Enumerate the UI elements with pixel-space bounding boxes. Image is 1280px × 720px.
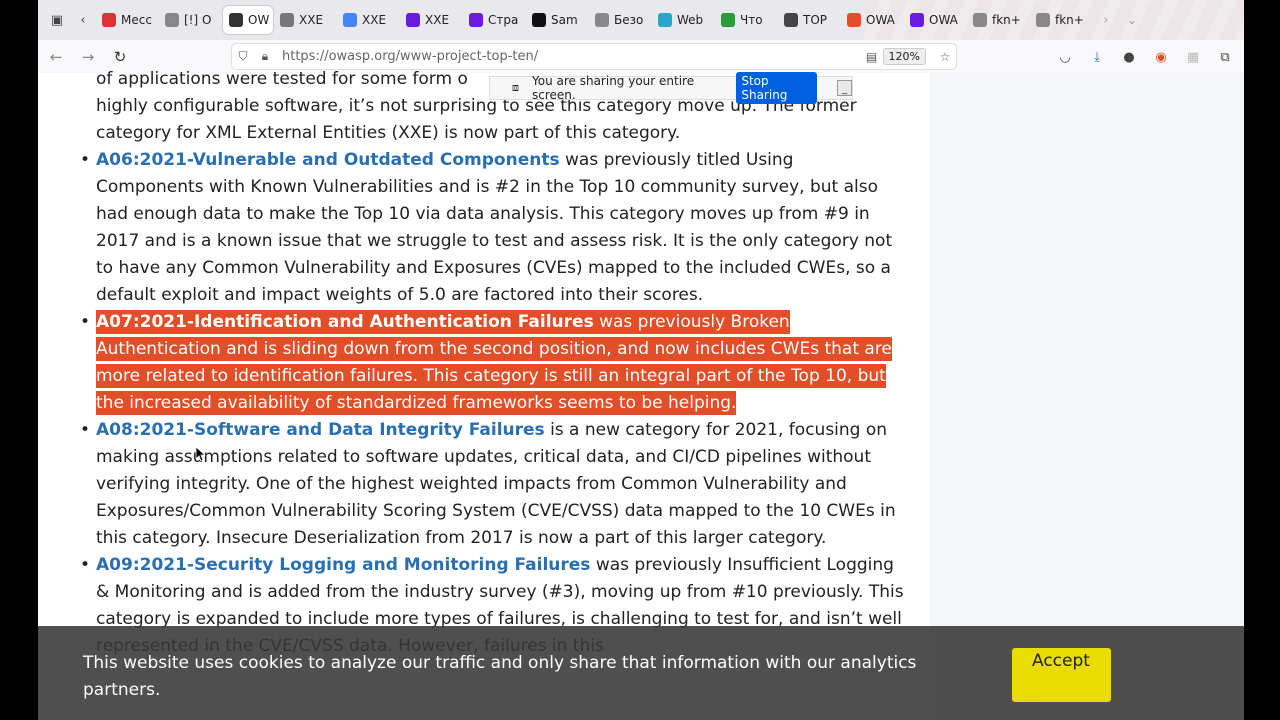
cookie-message: This website uses cookies to analyze our… xyxy=(83,653,917,700)
tab-label: OWA xyxy=(929,13,958,27)
tab-favicon-icon xyxy=(343,13,357,27)
tab-favicon-icon xyxy=(406,13,420,27)
tab-label: OWA xyxy=(866,13,895,27)
cookie-consent-banner: This website uses cookies to analyze our… xyxy=(38,626,1244,720)
tab-label: OW xyxy=(248,13,270,27)
tab-label: XXE xyxy=(362,13,387,27)
list-item: A06:2021-Vulnerable and Outdated Compone… xyxy=(80,147,906,309)
tab-label: XXE xyxy=(425,13,450,27)
minimize-banner-button[interactable]: _ xyxy=(837,80,852,96)
downloads-icon[interactable]: ⤓ xyxy=(1084,44,1110,70)
tab-label: Mecc xyxy=(121,13,152,27)
tab-favicon-icon xyxy=(595,13,609,27)
tab-favicon-icon xyxy=(469,13,483,27)
tab-label: TOP xyxy=(803,13,828,27)
a06-body: was previously titled Using Components w… xyxy=(96,150,893,305)
tab-favicon-icon xyxy=(784,13,798,27)
tab-favicon-icon xyxy=(165,13,179,27)
a08-link[interactable]: A08:2021-Software and Data Integrity Fai… xyxy=(96,420,545,440)
risk-list: A06:2021-Vulnerable and Outdated Compone… xyxy=(80,147,906,660)
reader-view-icon[interactable]: ▤ xyxy=(861,50,883,64)
screen-share-icon: ⧈ xyxy=(512,81,519,94)
right-sidebar xyxy=(930,73,1244,720)
tab-label: Безо xyxy=(614,13,644,27)
list-item: A08:2021-Software and Data Integrity Fai… xyxy=(80,417,906,552)
tab-favicon-icon xyxy=(847,13,861,27)
accept-cookies-button[interactable]: Accept xyxy=(1012,648,1111,702)
tab-label: Sam xyxy=(551,13,578,27)
tab-6[interactable]: Стра xyxy=(463,5,526,35)
extension-icon[interactable]: ◉ xyxy=(1148,44,1174,70)
extension-grid-icon[interactable]: ▦ xyxy=(1180,44,1206,70)
back-arrow-icon[interactable]: ← xyxy=(42,43,70,71)
tab-favicon-icon xyxy=(280,13,294,27)
zoom-level[interactable]: 120% xyxy=(882,48,926,65)
tab-11[interactable]: TOP xyxy=(778,5,841,35)
stop-sharing-button[interactable]: Stop Sharing xyxy=(736,72,818,104)
tracking-shield-icon[interactable]: ⛉ xyxy=(232,49,254,64)
tab-9[interactable]: Web xyxy=(652,5,715,35)
tab-favicon-icon xyxy=(973,13,987,27)
tab-favicon-icon xyxy=(910,13,924,27)
tab-14[interactable]: fkn+ xyxy=(967,5,1030,35)
tab-2[interactable]: OW✕ xyxy=(222,5,274,35)
screen-sharing-banner: ⧈ You are sharing your entire screen. St… xyxy=(489,72,853,104)
scroll-tabs-left-icon[interactable]: ‹ xyxy=(70,7,96,33)
pocket-icon[interactable]: ◡ xyxy=(1052,44,1078,70)
account-icon[interactable]: ● xyxy=(1116,44,1142,70)
tab-13[interactable]: OWA xyxy=(904,5,967,35)
tab-0[interactable]: Mecc xyxy=(96,5,159,35)
tab-label: fkn+ xyxy=(992,13,1021,27)
tab-3[interactable]: XXE xyxy=(274,5,337,35)
tab-favicon-icon xyxy=(532,13,546,27)
list-item-highlighted: A07:2021-Identification and Authenticati… xyxy=(80,309,906,417)
tab-favicon-icon xyxy=(229,13,243,27)
tab-favicon-icon xyxy=(102,13,116,27)
lock-icon[interactable]: 🔒︎ xyxy=(254,49,276,64)
a07-link[interactable]: A07:2021-Identification and Authenticati… xyxy=(96,312,594,332)
tab-label: Стра xyxy=(488,13,519,27)
tab-15[interactable]: fkn+ xyxy=(1030,5,1093,35)
tab-10[interactable]: Что xyxy=(715,5,778,35)
url-text[interactable]: https://owasp.org/www-project-top-ten/ xyxy=(282,49,861,64)
sharing-message: You are sharing your entire screen. xyxy=(532,74,695,102)
tab-label: Web xyxy=(677,13,704,27)
page-content: of applications were tested for some for… xyxy=(38,69,1244,720)
mouse-cursor-icon xyxy=(196,447,206,461)
tab-favicon-icon xyxy=(658,13,672,27)
text-selection-highlight: A07:2021-Identification and Authenticati… xyxy=(96,310,892,415)
tab-8[interactable]: Безо xyxy=(589,5,652,35)
tab-label: [!] O xyxy=(184,13,212,27)
tab-overview-icon[interactable]: ▣ xyxy=(44,7,70,33)
tab-1[interactable]: [!] O xyxy=(159,5,222,35)
tab-label: Что xyxy=(740,13,763,27)
tab-5[interactable]: XXE xyxy=(400,5,463,35)
a09-link[interactable]: A09:2021-Security Logging and Monitoring… xyxy=(96,555,590,575)
browser-window: ▣ ‹ Mecc [!] O OW✕ XXE XXE XXE Стра Sam Безо Web Ч… xyxy=(38,0,1244,720)
article-body: of applications were tested for some for… xyxy=(80,66,906,660)
bookmark-star-icon[interactable]: ☆ xyxy=(934,50,956,64)
tab-label: XXE xyxy=(299,13,324,27)
tab-7[interactable]: Sam xyxy=(526,5,589,35)
tab-label: fkn+ xyxy=(1055,13,1084,27)
tab-4[interactable]: XXE xyxy=(337,5,400,35)
intro-top-line: of applications were tested for some for… xyxy=(96,69,468,89)
tab-12[interactable]: OWA xyxy=(841,5,904,35)
tab-favicon-icon xyxy=(1036,13,1050,27)
tab-favicon-icon xyxy=(721,13,735,27)
tab-strip: ▣ ‹ Mecc [!] O OW✕ XXE XXE XXE Стра Sam Безо Web Ч… xyxy=(38,0,1244,75)
extensions-puzzle-icon[interactable]: ⧉ xyxy=(1212,44,1238,70)
a06-link[interactable]: A06:2021-Vulnerable and Outdated Compone… xyxy=(96,150,560,170)
